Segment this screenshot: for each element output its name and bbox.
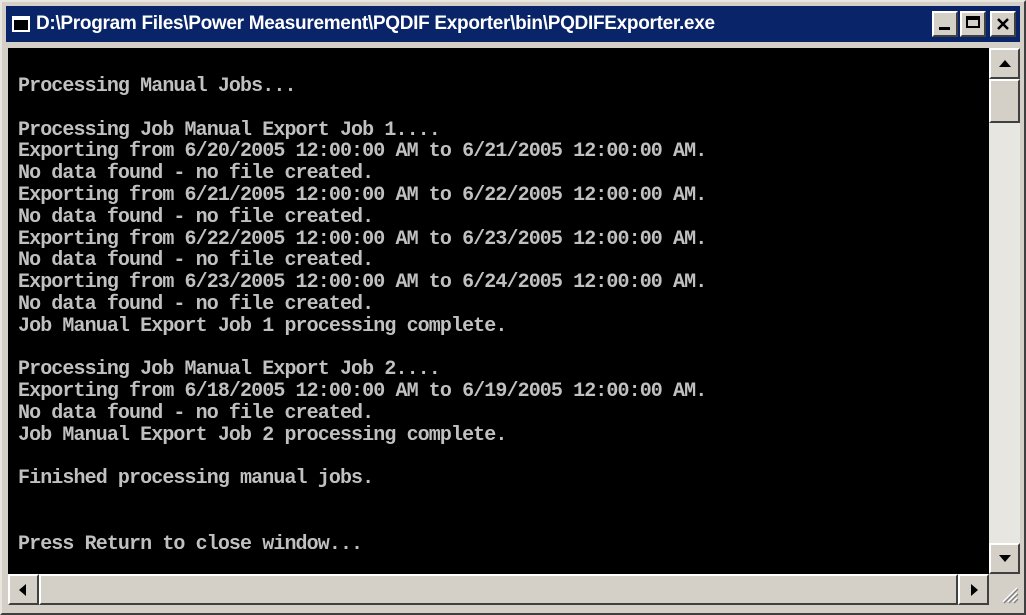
window-title: D:\Program Files\Power Measurement\PQDIF…	[36, 13, 715, 34]
minimize-button[interactable]	[932, 11, 958, 37]
arrow-up-icon	[999, 60, 1011, 67]
vertical-scrollbar[interactable]	[989, 48, 1020, 574]
vertical-scroll-thumb[interactable]	[989, 79, 1020, 123]
arrow-left-icon	[19, 584, 26, 596]
arrow-right-icon	[971, 584, 978, 596]
close-icon	[997, 18, 1009, 30]
console-output-area[interactable]: Processing Manual Jobs... Processing Job…	[8, 48, 989, 574]
console-output-text: Processing Manual Jobs... Processing Job…	[18, 75, 707, 556]
console-app-icon[interactable]	[12, 16, 30, 32]
title-bar[interactable]: D:\Program Files\Power Measurement\PQDIF…	[6, 6, 1020, 42]
close-button[interactable]	[990, 11, 1016, 37]
scroll-right-button[interactable]	[958, 574, 989, 605]
scroll-down-button[interactable]	[989, 543, 1020, 574]
arrow-down-icon	[999, 555, 1011, 562]
horizontal-scroll-thumb[interactable]	[39, 574, 958, 605]
console-window: D:\Program Files\Power Measurement\PQDIF…	[0, 0, 1026, 615]
scroll-up-button[interactable]	[989, 48, 1020, 79]
resize-grip[interactable]	[989, 574, 1020, 605]
scroll-left-button[interactable]	[8, 574, 39, 605]
horizontal-scrollbar[interactable]	[8, 574, 989, 605]
resize-grip-icon	[1002, 587, 1019, 604]
maximize-button[interactable]	[960, 11, 986, 37]
